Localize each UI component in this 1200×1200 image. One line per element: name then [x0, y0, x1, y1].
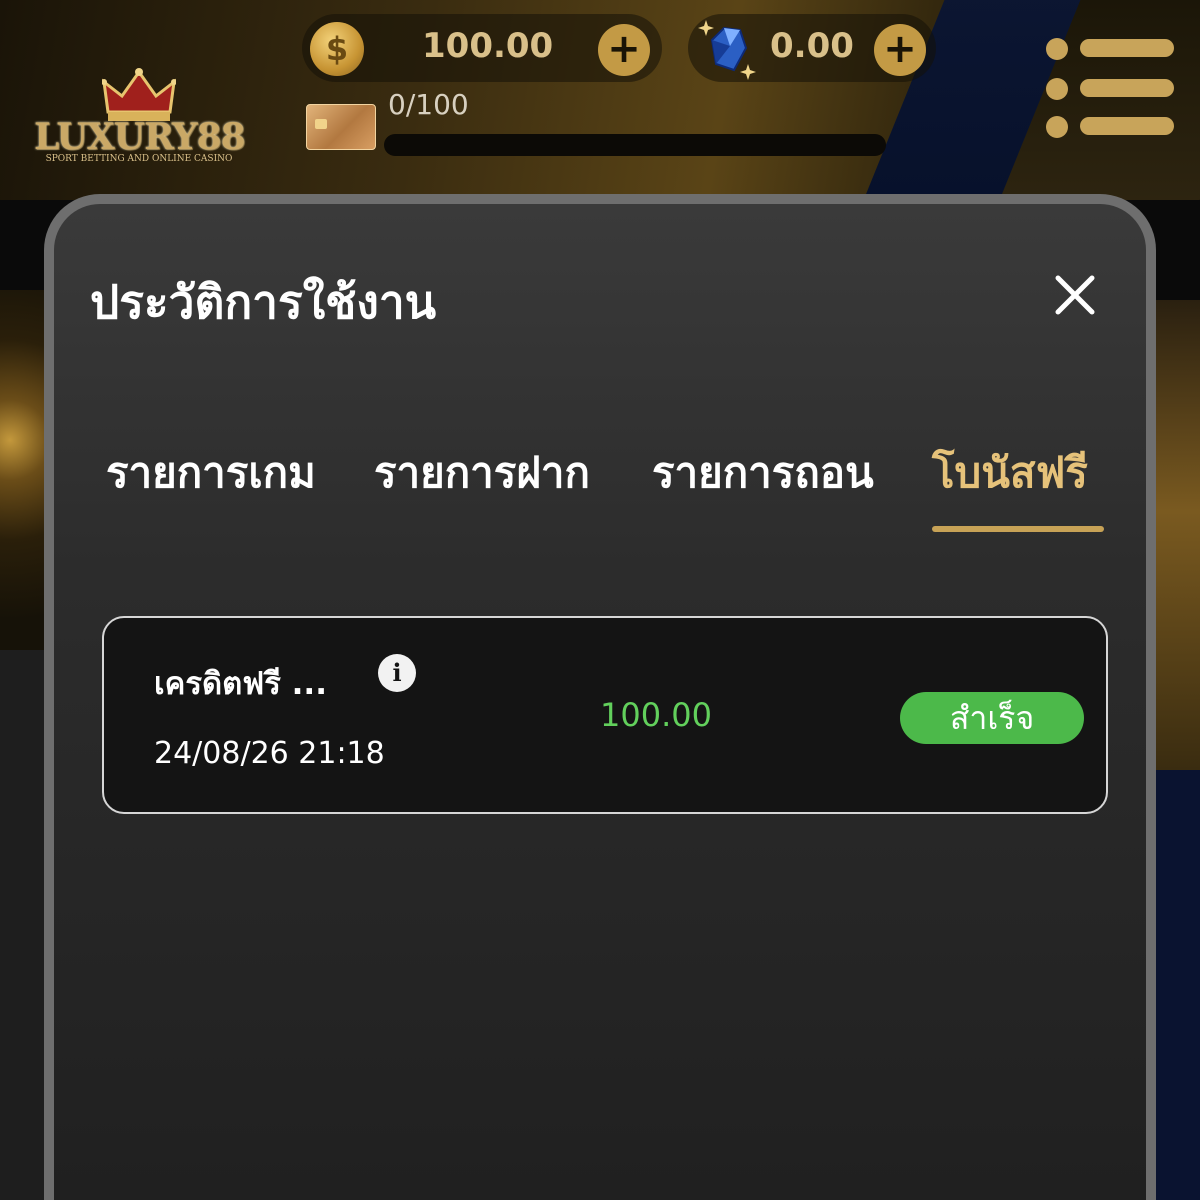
add-coin-button[interactable]: +: [598, 24, 650, 76]
menu-line: [1080, 117, 1174, 135]
list-item[interactable]: เครดิตฟรี ... i 24/08/26 21:18 100.00 สำ…: [102, 616, 1108, 814]
modal-title: ประวัติการใช้งาน: [90, 275, 437, 329]
coin-wallet: $ 100.00 +: [302, 14, 662, 82]
tab-deposit-history[interactable]: รายการฝาก: [374, 440, 590, 506]
coin-balance: 100.00: [422, 26, 554, 66]
menu-dot: [1046, 38, 1068, 60]
record-name: เครดิตฟรี ...: [154, 666, 327, 702]
card-chip: [315, 119, 327, 129]
close-icon[interactable]: [1050, 270, 1100, 320]
credit-card-icon: [306, 104, 376, 150]
menu-row: [1042, 114, 1176, 138]
top-bar: LUXURY88 SPORT BETTING AND ONLINE CASINO…: [0, 0, 1200, 240]
menu-dot: [1046, 116, 1068, 138]
add-gem-button[interactable]: +: [874, 24, 926, 76]
active-tab-indicator: [932, 526, 1104, 532]
logo-subtitle: SPORT BETTING AND ONLINE CASINO: [45, 154, 233, 164]
gem-icon: [698, 20, 756, 80]
tab-withdraw-history[interactable]: รายการถอน: [652, 440, 874, 506]
menu-icon[interactable]: [1042, 36, 1176, 140]
progress-bar: [384, 134, 886, 156]
menu-row: [1042, 76, 1176, 100]
record-amount: 100.00: [600, 696, 712, 734]
tab-game-history[interactable]: รายการเกม: [106, 440, 316, 506]
info-icon[interactable]: i: [378, 654, 416, 692]
menu-line: [1080, 39, 1174, 57]
tab-free-bonus[interactable]: โบนัสฟรี: [932, 440, 1088, 506]
menu-row: [1042, 36, 1176, 60]
status-badge: สำเร็จ: [900, 692, 1084, 744]
history-tabs: รายการเกม รายการฝาก รายการถอน โบนัสฟรี: [106, 440, 1116, 540]
brand-logo[interactable]: LUXURY88 SPORT BETTING AND ONLINE CASINO: [34, 66, 246, 166]
history-modal: ประวัติการใช้งาน รายการเกม รายการฝาก ราย…: [44, 194, 1156, 1200]
logo-text: LUXURY88: [34, 116, 246, 158]
record-datetime: 24/08/26 21:18: [154, 736, 385, 771]
app-screen: LUXURY88 SPORT BETTING AND ONLINE CASINO…: [0, 0, 1200, 1200]
menu-line: [1080, 79, 1174, 97]
progress-label: 0/100: [388, 88, 469, 121]
gem-wallet: 0.00 +: [688, 14, 936, 82]
menu-dot: [1046, 78, 1068, 100]
gem-balance: 0.00: [770, 26, 854, 66]
coin-icon: $: [310, 22, 364, 76]
